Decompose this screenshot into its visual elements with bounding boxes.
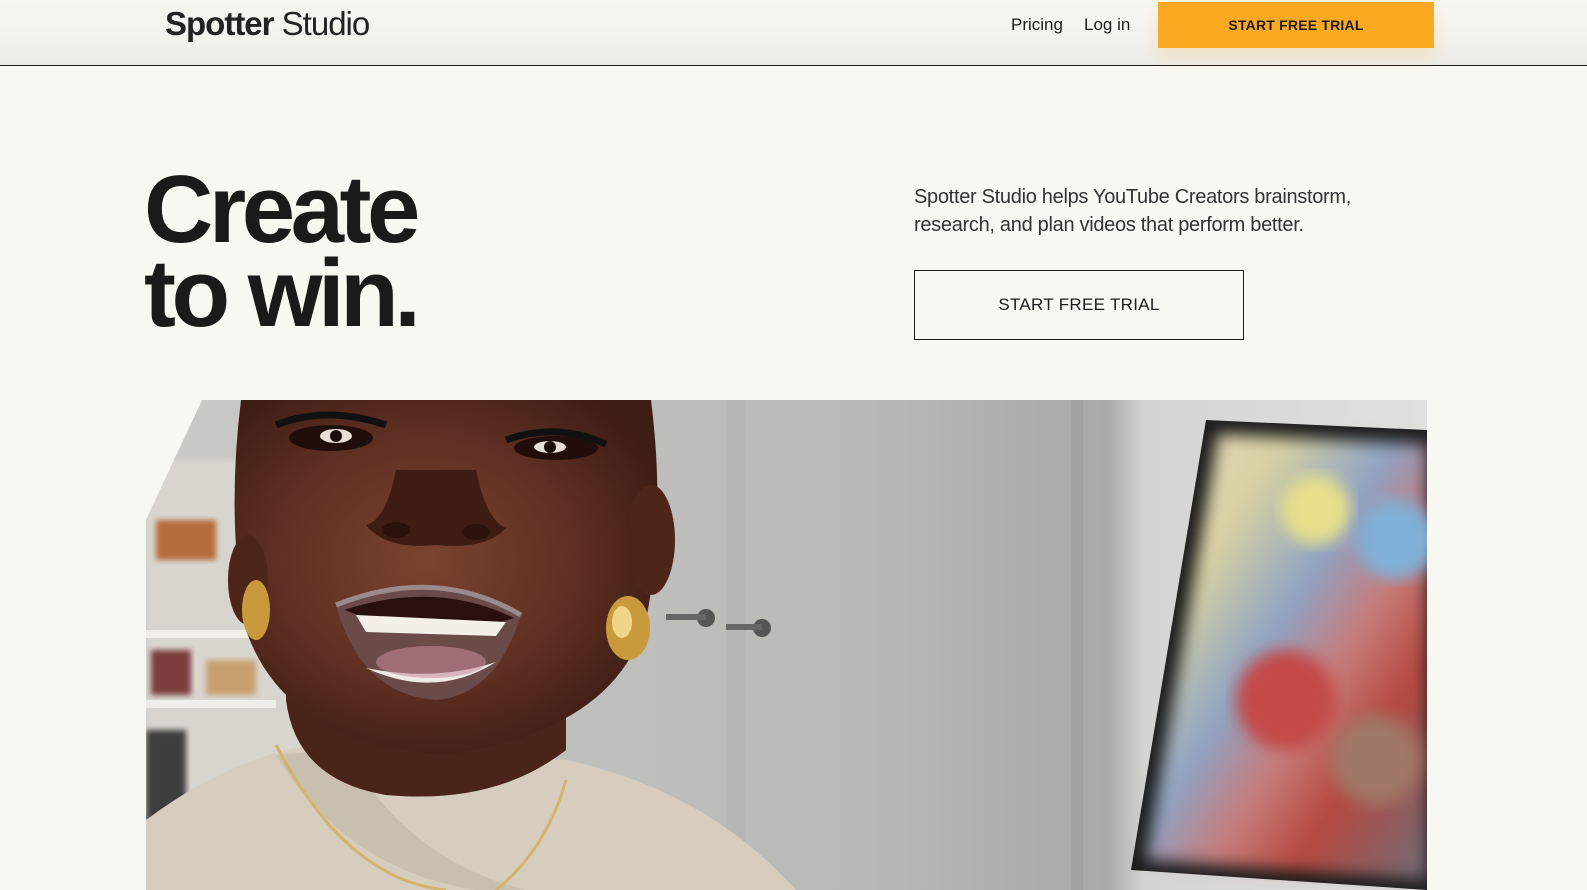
site-header: Spotter Studio Pricing Log in START FREE…	[0, 0, 1587, 66]
hero-subtext: Spotter Studio helps YouTube Creators br…	[914, 186, 1352, 236]
spotter-studio-logo[interactable]: Spotter Studio	[165, 3, 371, 45]
nav-link-login[interactable]: Log in	[1084, 14, 1130, 36]
hero-headline-line-2: to win.	[144, 240, 421, 347]
nav-link-pricing[interactable]: Pricing	[1011, 14, 1063, 36]
hero-photo-illustration	[146, 400, 1427, 890]
logo-brand-text: Spotter	[165, 5, 274, 42]
hero-image	[146, 400, 1427, 890]
hero-headline: Create to win.	[144, 162, 421, 347]
hero-start-free-trial-button[interactable]: START FREE TRIAL	[914, 270, 1244, 340]
logo-sub-text: Studio	[273, 5, 371, 42]
header-start-free-trial-button[interactable]: START FREE TRIAL	[1158, 2, 1434, 48]
